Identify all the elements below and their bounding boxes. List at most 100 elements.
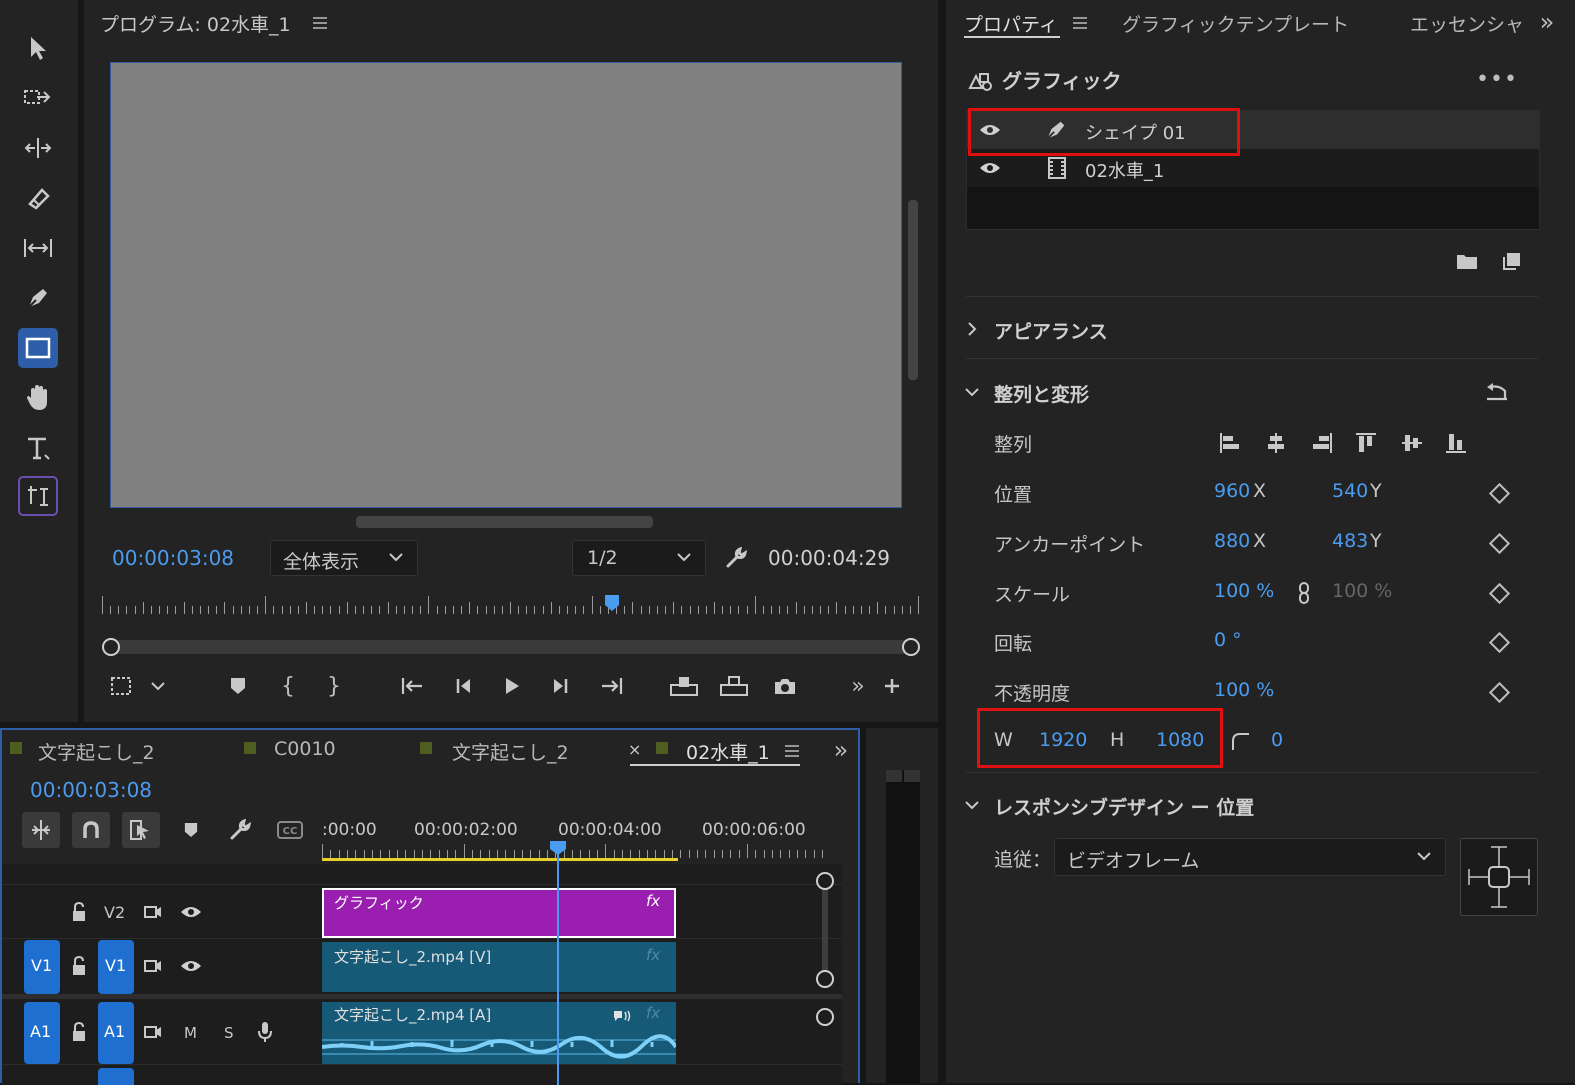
play-icon[interactable]: [498, 672, 526, 700]
tab-graphic-templates[interactable]: グラフィックテンプレート: [1122, 10, 1349, 37]
zoom-bar-right-handle[interactable]: [902, 638, 920, 656]
timeline-current-time[interactable]: 00:00:03:08: [30, 778, 152, 802]
go-to-in-icon[interactable]: [398, 672, 428, 700]
keyframe-toggle-icon[interactable]: [1488, 681, 1511, 704]
tab-sequence-active[interactable]: 02水車_1: [686, 738, 770, 765]
program-current-time[interactable]: 00:00:03:08: [112, 546, 234, 570]
reset-icon[interactable]: [1482, 380, 1512, 406]
source-patch-v1[interactable]: V1: [24, 940, 60, 994]
rotation-value[interactable]: 0 °: [1214, 629, 1242, 651]
scale-value-2[interactable]: 100 %: [1332, 580, 1392, 602]
scroll-handle[interactable]: [816, 970, 834, 988]
tab-sequence[interactable]: C0010: [274, 738, 336, 760]
extract-icon[interactable]: [718, 672, 750, 700]
monitor-time-ruler[interactable]: [102, 594, 919, 614]
source-patch-a1[interactable]: A1: [24, 1002, 60, 1064]
align-center-vertical-icon[interactable]: [1398, 430, 1426, 456]
mark-out-icon[interactable]: }: [322, 672, 346, 700]
hamburger-icon[interactable]: [310, 14, 330, 32]
eye-icon[interactable]: [178, 956, 204, 976]
monitor-playhead[interactable]: [604, 594, 620, 612]
align-right-icon[interactable]: [1308, 430, 1336, 456]
video-preview[interactable]: [110, 62, 902, 508]
sync-lock-icon[interactable]: [142, 956, 164, 976]
align-top-icon[interactable]: [1352, 430, 1380, 456]
responsive-design-section-header[interactable]: レスポンシブデザイン ー 位置: [994, 793, 1254, 820]
pin-to-edges-widget[interactable]: [1460, 838, 1538, 916]
sync-lock-icon[interactable]: [142, 1022, 164, 1042]
tab-sequence[interactable]: 文字起こし_2: [38, 738, 155, 765]
step-forward-icon[interactable]: [546, 672, 574, 700]
mark-in-icon[interactable]: {: [276, 672, 300, 700]
rectangle-tool-icon[interactable]: [18, 328, 58, 368]
scale-value[interactable]: 100 %: [1214, 580, 1274, 602]
keyframe-toggle-icon[interactable]: [1488, 582, 1511, 605]
eye-icon[interactable]: [977, 157, 1003, 179]
solo-button[interactable]: S: [224, 1024, 234, 1042]
mute-button[interactable]: M: [184, 1024, 197, 1042]
anchor-y-value[interactable]: 483: [1332, 530, 1368, 552]
link-icon[interactable]: [1294, 580, 1314, 606]
more-chevrons-icon[interactable]: »: [846, 672, 870, 700]
quality-select[interactable]: 1/2: [572, 540, 706, 576]
align-center-horizontal-icon[interactable]: [1262, 430, 1290, 456]
hamburger-icon[interactable]: [782, 742, 802, 760]
scroll-handle[interactable]: [816, 1008, 834, 1026]
type-tool-icon[interactable]: [18, 428, 58, 468]
opacity-value[interactable]: 100 %: [1214, 679, 1274, 701]
position-y-value[interactable]: 540: [1332, 480, 1368, 502]
tab-properties[interactable]: プロパティ: [964, 10, 1058, 37]
follow-select[interactable]: ビデオフレーム: [1054, 838, 1446, 876]
step-back-icon[interactable]: [450, 672, 478, 700]
microphone-icon[interactable]: [254, 1020, 276, 1044]
add-marker-icon[interactable]: [178, 816, 204, 844]
zoom-bar-left-handle[interactable]: [102, 638, 120, 656]
video-clip[interactable]: 文字起こし_2.mp4 [V] fx: [322, 942, 676, 992]
razor-tool-icon[interactable]: [18, 178, 58, 218]
insert-nest-icon[interactable]: [22, 812, 60, 848]
more-chevrons-icon[interactable]: »: [828, 736, 854, 764]
chevron-right-icon[interactable]: [964, 318, 980, 340]
close-tab-icon[interactable]: ×: [628, 740, 641, 759]
chevron-down-icon[interactable]: [146, 674, 170, 698]
track-select-tool-icon[interactable]: [18, 78, 58, 118]
new-layer-icon[interactable]: [1498, 248, 1526, 274]
align-transform-section-header[interactable]: 整列と変形: [994, 380, 1089, 407]
eye-icon[interactable]: [178, 902, 204, 922]
selection-tool-icon[interactable]: [18, 28, 58, 68]
track-target-a1[interactable]: A1: [98, 1002, 134, 1064]
wrench-icon[interactable]: [226, 816, 254, 844]
monitor-zoom-bar[interactable]: [110, 640, 914, 654]
keyframe-toggle-icon[interactable]: [1488, 532, 1511, 555]
lock-icon[interactable]: [68, 900, 90, 924]
linked-selection-icon[interactable]: [122, 812, 160, 848]
anchor-x-value[interactable]: 880: [1214, 530, 1250, 552]
track-target-v1[interactable]: V1: [98, 940, 134, 994]
ripple-edit-tool-icon[interactable]: [18, 128, 58, 168]
scroll-handle[interactable]: [816, 872, 834, 890]
keyframe-toggle-icon[interactable]: [1488, 631, 1511, 654]
wrench-icon[interactable]: [722, 544, 750, 572]
lift-icon[interactable]: [668, 672, 700, 700]
more-chevrons-icon[interactable]: »: [1534, 8, 1560, 36]
add-marker-icon[interactable]: [224, 672, 252, 700]
captions-icon[interactable]: CC: [274, 816, 306, 844]
lock-icon[interactable]: [68, 954, 90, 978]
work-area-bar[interactable]: [322, 858, 678, 861]
appearance-section-header[interactable]: アピアランス: [994, 317, 1108, 344]
snap-icon[interactable]: [72, 812, 110, 848]
monitor-vertical-scrollbar[interactable]: [908, 200, 918, 380]
monitor-horizontal-scrollbar[interactable]: [356, 516, 653, 528]
align-bottom-icon[interactable]: [1442, 430, 1470, 456]
timeline-ruler[interactable]: [322, 844, 823, 858]
corner-radius-value[interactable]: 0: [1271, 729, 1283, 751]
chevron-down-icon[interactable]: [962, 795, 982, 815]
tab-sequence[interactable]: 文字起こし_2: [452, 738, 569, 765]
add-button-icon[interactable]: [880, 672, 904, 700]
position-x-value[interactable]: 960: [1214, 480, 1250, 502]
graphic-clip[interactable]: グラフィック fx: [322, 888, 676, 938]
timeline-playhead-handle[interactable]: [549, 840, 567, 856]
vertical-type-tool-icon[interactable]: [18, 476, 58, 516]
timeline-playhead[interactable]: [557, 848, 559, 1085]
timeline-vertical-scrollbar[interactable]: [822, 880, 828, 980]
